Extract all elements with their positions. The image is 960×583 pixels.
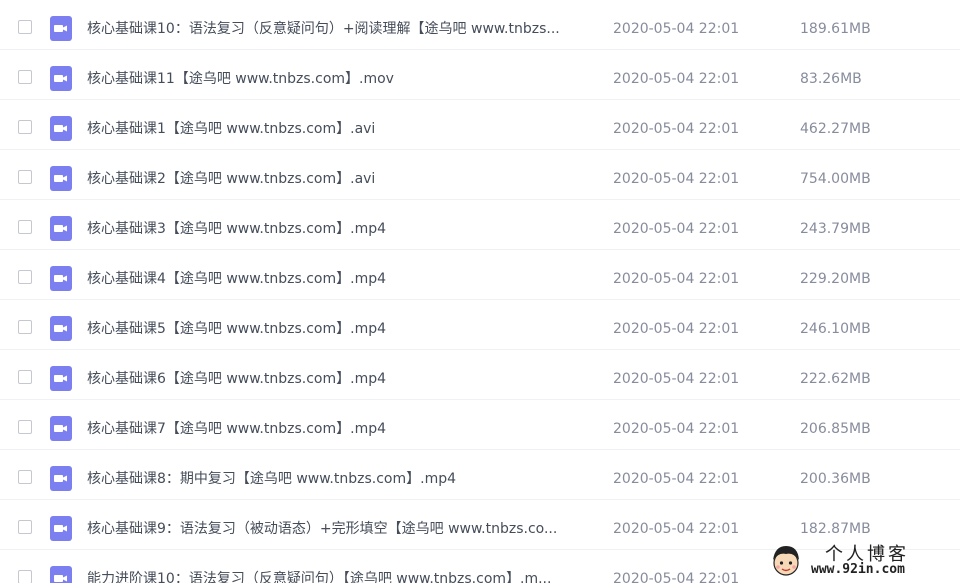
row-checkbox[interactable] <box>18 370 32 384</box>
file-name[interactable]: 核心基础课10：语法复习（反意疑问句）+阅读理解【途乌吧 www.tnbzs..… <box>87 0 560 50</box>
row-checkbox[interactable] <box>18 270 32 284</box>
table-row[interactable]: 核心基础课10：语法复习（反意疑问句）+阅读理解【途乌吧 www.tnbzs..… <box>0 0 960 50</box>
file-name[interactable]: 核心基础课3【途乌吧 www.tnbzs.com】.mp4 <box>87 200 386 250</box>
file-name[interactable]: 核心基础课1【途乌吧 www.tnbzs.com】.avi <box>87 100 375 150</box>
video-file-icon <box>50 566 72 583</box>
table-row[interactable]: 核心基础课3【途乌吧 www.tnbzs.com】.mp4 2020-05-04… <box>0 200 960 250</box>
file-name[interactable]: 核心基础课2【途乌吧 www.tnbzs.com】.avi <box>87 150 375 200</box>
row-checkbox[interactable] <box>18 420 32 434</box>
row-checkbox[interactable] <box>18 320 32 334</box>
video-file-icon <box>50 316 72 341</box>
file-name[interactable]: 核心基础课6【途乌吧 www.tnbzs.com】.mp4 <box>87 350 386 400</box>
video-file-icon <box>50 16 72 41</box>
video-file-icon <box>50 66 72 91</box>
video-file-icon <box>50 166 72 191</box>
table-row[interactable]: 核心基础课11【途乌吧 www.tnbzs.com】.mov 2020-05-0… <box>0 50 960 100</box>
file-name[interactable]: 核心基础课4【途乌吧 www.tnbzs.com】.mp4 <box>87 250 386 300</box>
video-file-icon <box>50 466 72 491</box>
video-file-icon <box>50 116 72 141</box>
video-file-icon <box>50 416 72 441</box>
file-name[interactable]: 能力进阶课10：语法复习（反意疑问句）【途乌吧 www.tnbzs.com】.m… <box>87 550 551 583</box>
watermark-url: www.92in.com <box>811 562 905 577</box>
file-modified-date: 2020-05-04 22:01 <box>613 571 740 583</box>
file-name[interactable]: 核心基础课7【途乌吧 www.tnbzs.com】.mp4 <box>87 400 386 450</box>
file-name[interactable]: 核心基础课5【途乌吧 www.tnbzs.com】.mp4 <box>87 300 386 350</box>
table-row[interactable]: 核心基础课8：期中复习【途乌吧 www.tnbzs.com】.mp4 2020-… <box>0 450 960 500</box>
video-file-icon <box>50 216 72 241</box>
file-name[interactable]: 核心基础课8：期中复习【途乌吧 www.tnbzs.com】.mp4 <box>87 450 456 500</box>
blog-watermark: 个人博客 www.92in.com <box>765 540 960 583</box>
table-row[interactable]: 核心基础课4【途乌吧 www.tnbzs.com】.mp4 2020-05-04… <box>0 250 960 300</box>
file-name[interactable]: 核心基础课11【途乌吧 www.tnbzs.com】.mov <box>87 50 394 100</box>
row-checkbox[interactable] <box>18 220 32 234</box>
row-checkbox[interactable] <box>18 20 32 34</box>
row-checkbox[interactable] <box>18 570 32 583</box>
table-row[interactable]: 核心基础课1【途乌吧 www.tnbzs.com】.avi 2020-05-04… <box>0 100 960 150</box>
file-name[interactable]: 核心基础课9：语法复习（被动语态）+完形填空【途乌吧 www.tnbzs.co.… <box>87 500 557 550</box>
video-file-icon <box>50 366 72 391</box>
video-file-icon <box>50 266 72 291</box>
table-row[interactable]: 核心基础课2【途乌吧 www.tnbzs.com】.avi 2020-05-04… <box>0 150 960 200</box>
table-row[interactable]: 核心基础课7【途乌吧 www.tnbzs.com】.mp4 2020-05-04… <box>0 400 960 450</box>
row-checkbox[interactable] <box>18 70 32 84</box>
video-file-icon <box>50 516 72 541</box>
row-checkbox[interactable] <box>18 470 32 484</box>
file-list: 核心基础课10：语法复习（反意疑问句）+阅读理解【途乌吧 www.tnbzs..… <box>0 0 960 583</box>
cartoon-avatar-icon <box>773 546 799 576</box>
table-row[interactable]: 核心基础课6【途乌吧 www.tnbzs.com】.mp4 2020-05-04… <box>0 350 960 400</box>
table-row[interactable]: 核心基础课5【途乌吧 www.tnbzs.com】.mp4 2020-05-04… <box>0 300 960 350</box>
row-checkbox[interactable] <box>18 520 32 534</box>
row-checkbox[interactable] <box>18 170 32 184</box>
row-checkbox[interactable] <box>18 120 32 134</box>
